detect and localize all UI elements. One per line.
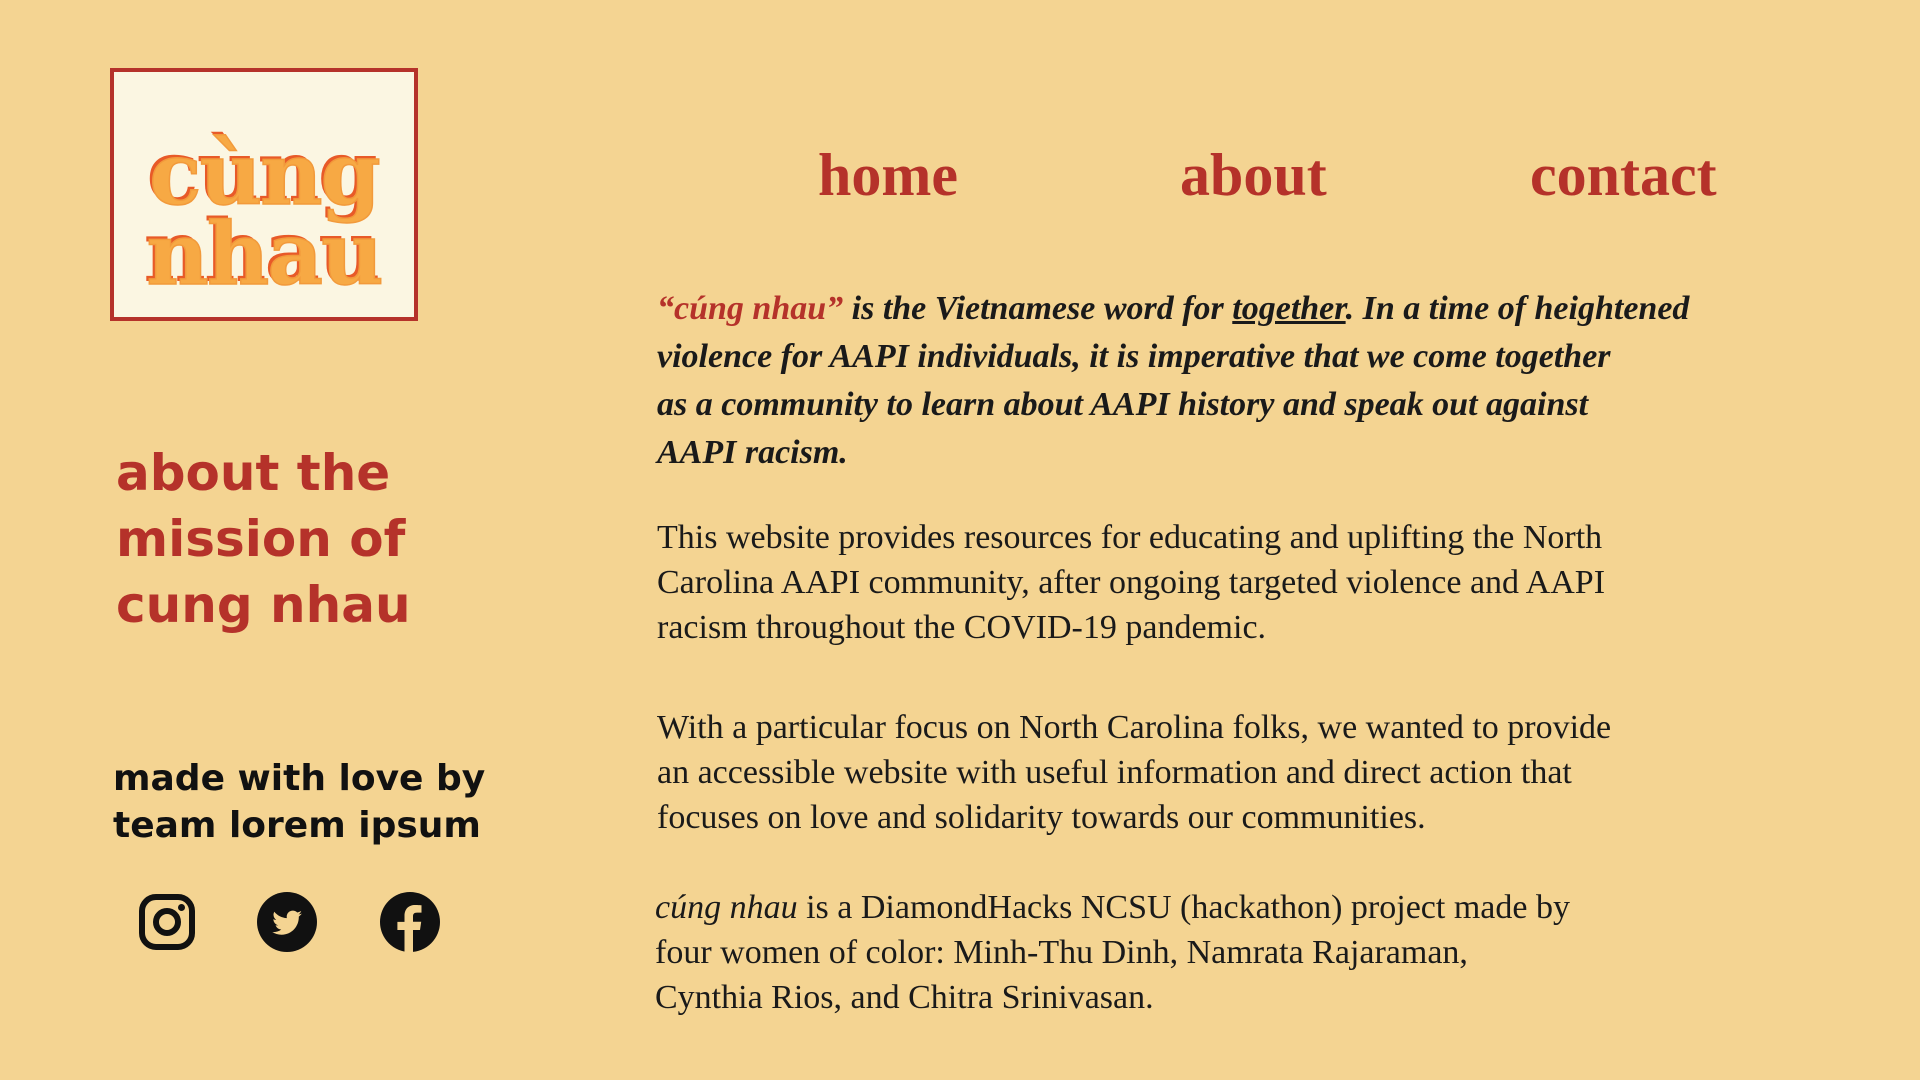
mission-heading: about the mission of cung nhau (116, 440, 436, 638)
instagram-icon[interactable] (137, 892, 197, 952)
paragraph-line: This website provides resources for educ… (657, 519, 1603, 556)
credits-line: team lorem ipsum (113, 805, 481, 846)
intro-underlined-word: together (1232, 290, 1346, 327)
resources-paragraph: This website provides resources for educ… (657, 515, 1605, 650)
paragraph-line: Cynthia Rios, and Chitra Srinivasan. (655, 979, 1154, 1016)
paragraph-line: focuses on love and solidarity towards o… (657, 799, 1426, 836)
intro-text: . In a time of heightened (1345, 290, 1690, 327)
paragraph-line: is a DiamondHacks NCSU (hackathon) proje… (797, 889, 1570, 926)
paragraph-line: With a particular focus on North Carolin… (657, 709, 1612, 746)
credits-text: made with love by team lorem ipsum (113, 755, 513, 849)
site-logo[interactable]: cùng nhau (110, 68, 418, 321)
focus-paragraph: With a particular focus on North Carolin… (657, 705, 1611, 840)
intro-text: is the Vietnamese word for (843, 290, 1233, 327)
mission-heading-line: mission of (116, 510, 406, 568)
credits-line: made with love by (113, 758, 486, 799)
project-name: cúng nhau (655, 889, 798, 926)
nav-contact-link[interactable]: contact (1530, 140, 1717, 210)
intro-paragraph: “cúng nhau” is the Vietnamese word for t… (657, 285, 1689, 477)
logo-text-line-2: nhau (146, 204, 385, 305)
mission-heading-line: cung nhau (116, 576, 411, 634)
intro-quoted-word: “cúng nhau” (657, 290, 844, 327)
nav-about-link[interactable]: about (1180, 140, 1327, 210)
nav-home-link[interactable]: home (818, 140, 958, 210)
project-paragraph: cúng nhau is a DiamondHacks NCSU (hackat… (655, 885, 1570, 1020)
facebook-icon[interactable] (380, 892, 440, 952)
mission-heading-line: about the (116, 444, 391, 502)
intro-text: violence for AAPI individuals, it is imp… (657, 338, 1611, 375)
paragraph-line: an accessible website with useful inform… (657, 754, 1572, 791)
paragraph-line: Carolina AAPI community, after ongoing t… (657, 564, 1606, 601)
intro-text: as a community to learn about AAPI histo… (657, 386, 1589, 423)
intro-text: AAPI racism. (657, 434, 848, 471)
paragraph-line: four women of color: Minh-Thu Dinh, Namr… (655, 934, 1468, 971)
paragraph-line: racism throughout the COVID-19 pandemic. (657, 609, 1267, 646)
twitter-icon[interactable] (257, 892, 317, 952)
